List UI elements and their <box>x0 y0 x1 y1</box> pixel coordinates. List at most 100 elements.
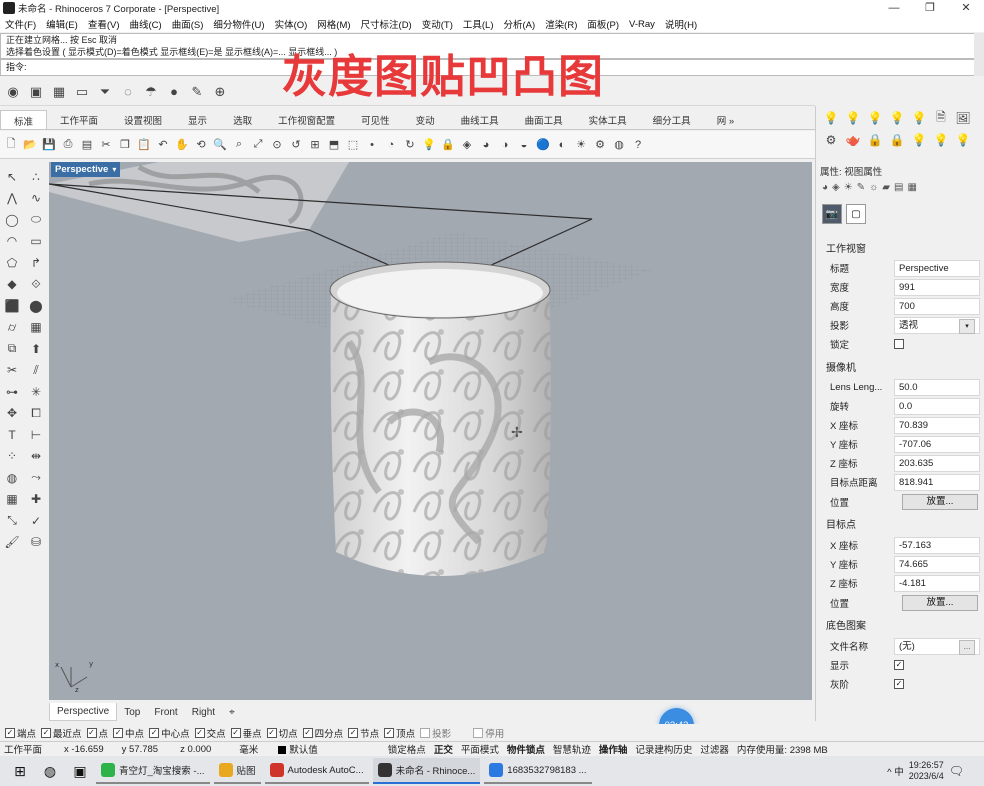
osnap-checkbox[interactable]: ✓ <box>41 727 52 738</box>
minimize-button[interactable]: — <box>876 0 912 16</box>
flow-icon[interactable]: ⤳ <box>26 468 46 487</box>
status-osnap[interactable]: 物件锁点 <box>503 742 549 756</box>
tab-transform[interactable]: 变动 <box>403 110 448 129</box>
prop-rotation-input[interactable]: 0.0 <box>894 397 980 415</box>
filter-icon[interactable]: ⏷ <box>95 82 115 102</box>
menu-help[interactable]: 说明(H) <box>660 17 702 31</box>
surface-icon[interactable]: ◆ <box>2 275 22 294</box>
store-icon[interactable]: ▣ <box>68 759 92 783</box>
menu-curve[interactable]: 曲线(C) <box>124 17 166 31</box>
status-snap[interactable]: 锁定格点 <box>384 742 430 756</box>
rotate-view-icon[interactable]: ⟲ <box>193 136 209 154</box>
copy-icon[interactable]: ❐ <box>117 136 133 154</box>
bulb-icon[interactable]: 💡 <box>932 131 950 149</box>
show-checkbox[interactable]: ✓ <box>894 660 904 670</box>
vptab-add-icon[interactable]: ⌖ <box>222 707 242 718</box>
analysis-icon[interactable]: ◍ <box>611 136 627 154</box>
osnap-checkbox[interactable]: ✓ <box>194 727 205 738</box>
status-cplane[interactable]: 工作平面 <box>0 742 46 756</box>
join-icon[interactable]: ⊶ <box>2 382 22 401</box>
tab-display[interactable]: 显示 <box>175 110 220 129</box>
bulb-icon[interactable]: 💡 <box>910 109 928 127</box>
properties-icon[interactable]: ⚙ <box>592 136 608 154</box>
osnap-item[interactable]: ✓ 中心点 <box>149 726 190 740</box>
osnap-item[interactable]: ✓ 点 <box>86 726 108 740</box>
tab-viewport-layout[interactable]: 工作视窗配置 <box>265 110 348 129</box>
paste-icon[interactable]: 📋 <box>136 136 152 154</box>
scale-icon[interactable]: ⤡ <box>2 511 22 530</box>
curve-icon[interactable]: ∿ <box>26 189 46 208</box>
paint-icon[interactable]: 🖌 <box>2 533 22 552</box>
color-wheel-icon[interactable]: ◕ <box>822 182 828 193</box>
osnap-toggle-icon[interactable]: ◉ <box>3 82 23 102</box>
grid-array-icon[interactable]: ▦ <box>2 490 22 509</box>
material-icon[interactable]: ◈ <box>832 182 840 193</box>
sphere-icon[interactable]: ● <box>164 82 184 102</box>
image-icon[interactable]: 🖼 <box>954 109 972 127</box>
bulb-icon[interactable]: 💡 <box>954 131 972 149</box>
lights-icon[interactable]: ☀ <box>844 182 853 193</box>
loft-icon[interactable]: ⟐ <box>26 275 46 294</box>
osnap-checkbox[interactable]: ✓ <box>302 727 313 738</box>
mesh-icon[interactable]: ▦ <box>26 318 46 337</box>
new-file-icon[interactable]: 🗋 <box>3 136 19 154</box>
menu-panels[interactable]: 面板(P) <box>582 17 624 31</box>
open-icon[interactable]: 📂 <box>22 136 38 154</box>
vptab-perspective[interactable]: Perspective <box>49 703 118 721</box>
select-arrow-icon[interactable]: ↖ <box>2 167 22 186</box>
teapot-icon[interactable]: 🫖 <box>844 131 862 149</box>
taskbar-app[interactable]: Autodesk AutoC... <box>264 758 369 784</box>
point-icon[interactable]: • <box>364 136 380 154</box>
document-props-icon[interactable]: ▢ <box>846 204 866 224</box>
circle-icon[interactable]: ◯ <box>2 210 22 229</box>
display-icon[interactable]: ▦ <box>907 182 916 193</box>
gumball-icon[interactable]: ✚ <box>26 490 46 509</box>
menu-file[interactable]: 文件(F) <box>0 17 41 31</box>
tab-set-view[interactable]: 设置视图 <box>111 110 175 129</box>
split-icon[interactable]: ⫽ <box>26 361 46 380</box>
cplane-icon[interactable]: ⬒ <box>326 136 342 154</box>
rotate-icon[interactable]: ↻ <box>402 136 418 154</box>
osnap-item[interactable]: ✓ 端点 <box>5 726 36 740</box>
menu-vray[interactable]: V-Ray <box>624 19 660 30</box>
bulb-icon[interactable]: 💡 <box>822 109 840 127</box>
clock[interactable]: 19:26:57 2023/6/4 <box>909 760 944 782</box>
osnap-item[interactable]: ✓ 交点 <box>194 726 226 740</box>
undo-view-icon[interactable]: ↺ <box>288 136 304 154</box>
osnap-checkbox[interactable]: ✓ <box>266 727 277 738</box>
shaded-icon[interactable]: ◑ <box>497 136 513 154</box>
tab-curve-tools[interactable]: 曲线工具 <box>448 110 512 129</box>
cylinder-icon[interactable]: ⌭ <box>2 318 22 337</box>
new-viewport-icon[interactable]: ▣ <box>26 82 46 102</box>
osnap-item[interactable]: ✓ 切点 <box>266 726 298 740</box>
text-icon[interactable]: T <box>2 425 22 444</box>
grid-icon[interactable]: ▦ <box>49 82 69 102</box>
environment-icon[interactable]: ☀ <box>573 136 589 154</box>
copy-tool-icon[interactable]: ⧠ <box>26 404 46 423</box>
menu-dimension[interactable]: 尺寸标注(D) <box>356 17 417 31</box>
osnap-checkbox[interactable]: ✓ <box>384 727 395 738</box>
menu-solid[interactable]: 实体(O) <box>270 17 313 31</box>
osnap-checkbox[interactable]: ✓ <box>113 727 124 738</box>
osnap-item[interactable]: 投影 <box>420 726 451 740</box>
target-icon[interactable]: ⊕ <box>210 82 230 102</box>
sphere-solid-icon[interactable]: ⬤ <box>26 296 46 315</box>
color-wheel-icon[interactable]: ◕ <box>478 136 494 154</box>
status-filter[interactable]: 过滤器 <box>696 742 733 756</box>
box-icon[interactable]: ⬛ <box>2 296 22 315</box>
status-smarttrack[interactable]: 智慧轨迹 <box>549 742 595 756</box>
vptab-right[interactable]: Right <box>185 707 222 718</box>
help-icon[interactable]: ? <box>630 136 646 154</box>
brush-icon[interactable]: ✎ <box>187 82 207 102</box>
lock-icon[interactable]: 🔒 <box>440 136 456 154</box>
extrude-icon[interactable]: ⬆ <box>26 339 46 358</box>
save-icon[interactable]: 💾 <box>41 136 57 154</box>
prop-camera-y-input[interactable]: -707.06 <box>894 435 980 453</box>
target-place-button[interactable]: 放置... <box>902 595 978 611</box>
folder-icon[interactable]: ▰ <box>882 182 890 193</box>
sphere-render-icon[interactable]: ◍ <box>2 468 22 487</box>
trim-icon[interactable]: ✂ <box>2 361 22 380</box>
fillet-icon[interactable]: ↱ <box>26 253 46 272</box>
zoom-selected-icon[interactable]: ⊙ <box>269 136 285 154</box>
rectangle-icon[interactable]: ▭ <box>26 232 46 251</box>
